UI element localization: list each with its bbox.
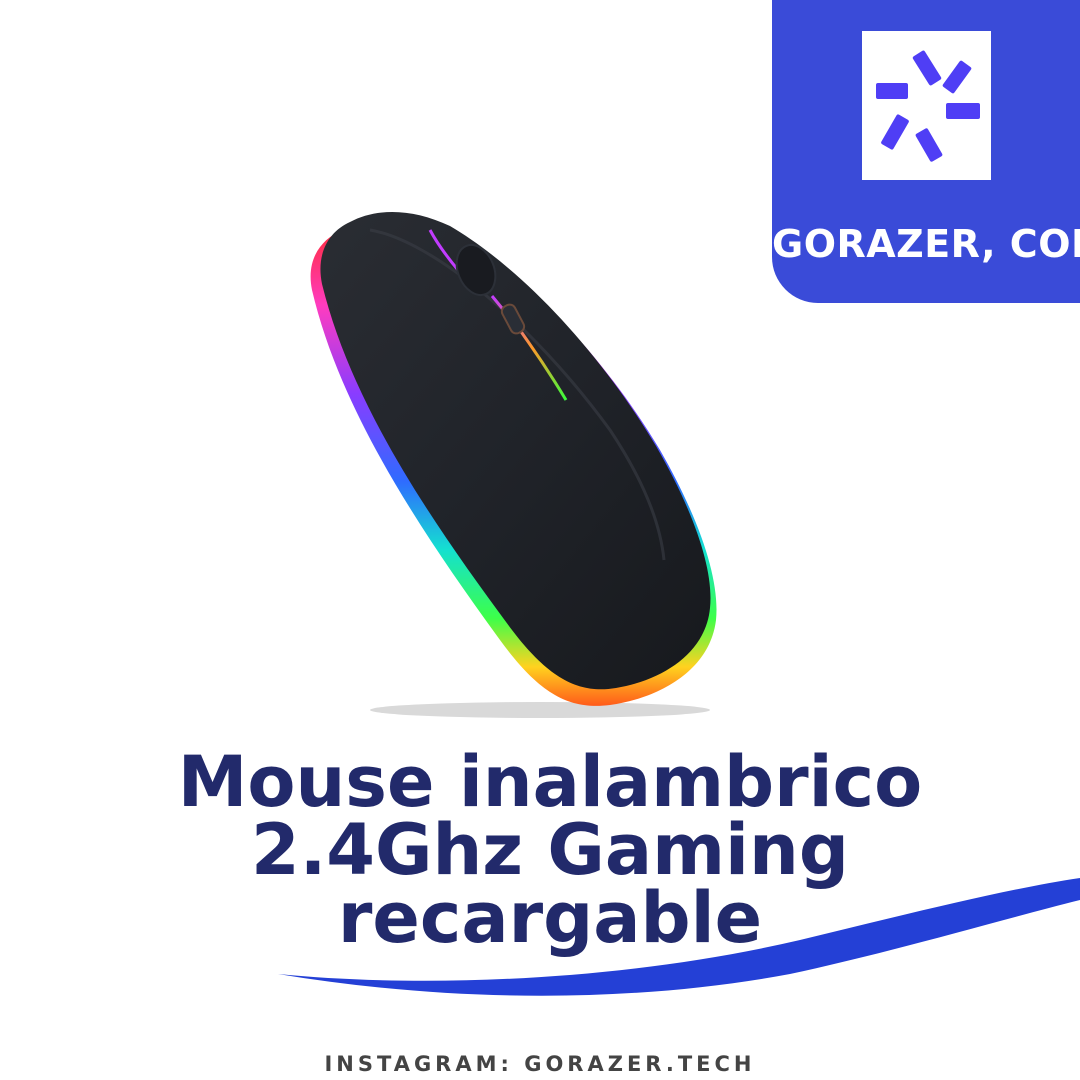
decorative-wave: [278, 878, 1080, 996]
instagram-handle: INSTAGRAM: GORAZER.TECH: [324, 1052, 756, 1076]
wireless-mouse-rgb-image: [310, 211, 717, 718]
product-title-line-1: Mouse inalambrico: [177, 741, 923, 823]
logo-box: [862, 31, 991, 180]
pinwheel-logo-icon: [876, 50, 980, 162]
brand-panel: GORAZER, CORP: [772, 0, 1080, 303]
brand-name: GORAZER, CORP: [772, 222, 1080, 266]
